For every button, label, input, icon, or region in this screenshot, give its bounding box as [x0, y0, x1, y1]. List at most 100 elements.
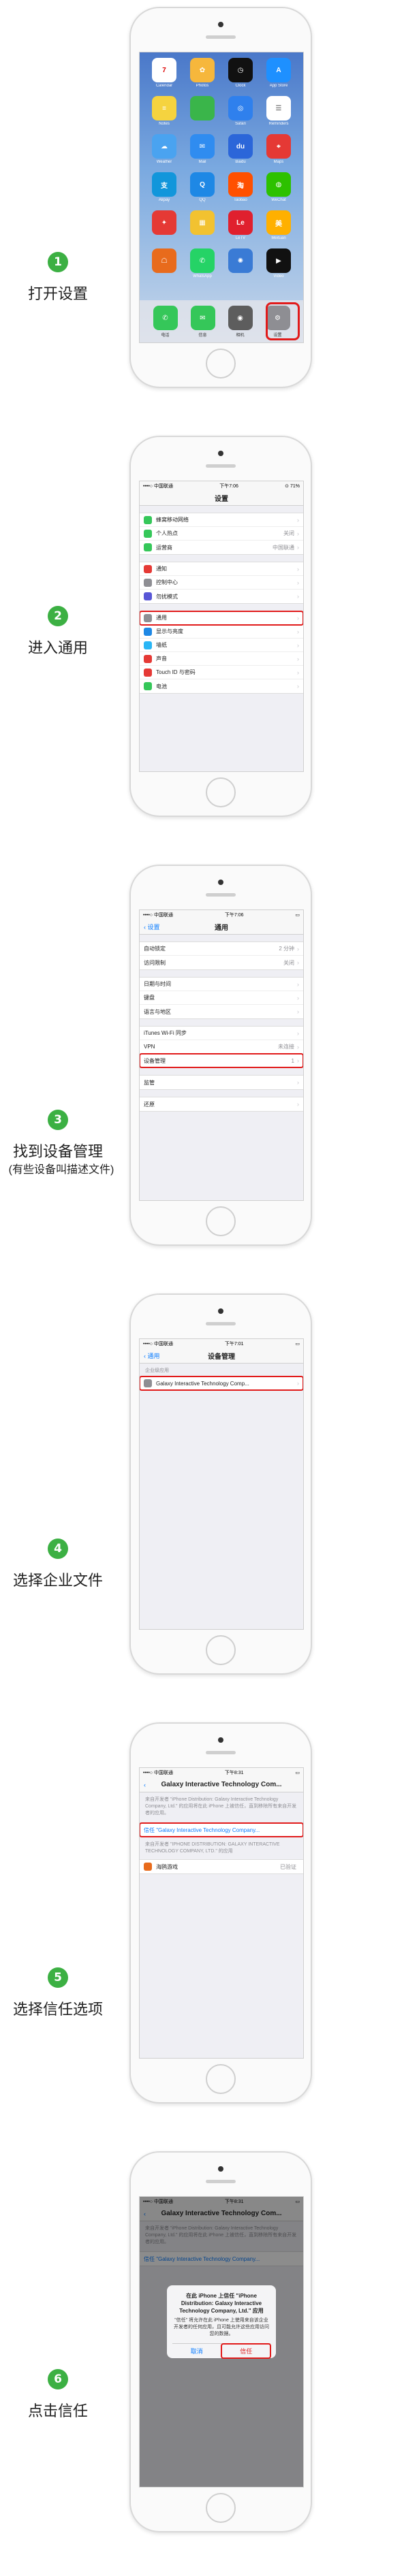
app-name: 相机 [236, 334, 245, 337]
app-icon-letv[interactable]: Le LeTV [223, 210, 258, 242]
settings-row[interactable]: 键盘 › [140, 991, 303, 1005]
settings-row[interactable]: 通知 › [140, 562, 303, 576]
app-tile: 支 [152, 172, 176, 197]
settings-row[interactable]: 个人热点 关闭 › [140, 527, 303, 541]
trust-developer-button[interactable]: 信任 "Galaxy Interactive Technology Compan… [140, 1822, 303, 1837]
app-icon-clock[interactable]: ◷ Clock [223, 58, 258, 89]
home-button[interactable] [206, 2064, 236, 2094]
app-icon-qq[interactable]: Q QQ [185, 172, 220, 204]
home-button[interactable] [206, 1635, 236, 1665]
setting-icon [144, 543, 152, 551]
general-group-1: 自动锁定 2 分钟 › 访问限制 关闭 › [140, 941, 303, 970]
app-icon-photos[interactable]: ✿ Photos [185, 58, 220, 89]
dock-app-1[interactable]: ✉ 信息 [184, 306, 221, 337]
app-icon-calendar[interactable]: 7 Calendar [146, 58, 182, 89]
camera-icon [218, 1737, 223, 1743]
settings-row[interactable]: Touch ID 与密码 › [140, 666, 303, 679]
app-icon-reminders[interactable]: ☰ Reminders [261, 96, 296, 127]
nav-bar: ‹ 通用 设备管理 [140, 1349, 303, 1364]
app-name: Clock [235, 84, 246, 88]
app-name: Notes [159, 122, 170, 126]
app-tile: ☖ [152, 248, 176, 273]
app-row[interactable]: 海鸥游戏 已验证 [140, 1860, 303, 1873]
settings-row[interactable]: 勿扰模式 › [140, 590, 303, 603]
settings-row[interactable]: 通用 › [140, 611, 303, 626]
home-screen: 7 Calendar ✿ Photos ◷ Clock A App Store ≡ Notes ◎ S… [139, 52, 304, 343]
chevron-right-icon: › [297, 593, 299, 600]
page-title: 设备管理 [208, 1353, 235, 1361]
settings-row[interactable]: 设备管理 1 › [140, 1053, 303, 1068]
settings-row[interactable]: 显示与亮度 › [140, 625, 303, 639]
settings-row[interactable]: 墙纸 › [140, 639, 303, 652]
section-header: 企业级应用 [145, 1368, 169, 1373]
clock: 下午7:06 [219, 484, 238, 489]
chevron-right-icon: › [297, 945, 299, 952]
setting-icon [144, 564, 152, 573]
app-icon-app-20[interactable]: ☖ [146, 248, 182, 280]
settings-row[interactable]: 语言与地区 › [140, 1005, 303, 1018]
app-icon-mail[interactable]: ✉ Mail [185, 134, 220, 165]
app-tile: 淘 [228, 172, 253, 197]
home-button[interactable] [206, 777, 236, 807]
app-icon-maps[interactable]: ⌖ Maps [261, 134, 296, 165]
back-button[interactable]: ‹ [144, 1777, 146, 1792]
step-2-label: 2 进入通用 [0, 429, 129, 851]
app-icon-app-store[interactable]: A App Store [261, 58, 296, 89]
app-icon-meituan[interactable]: 美 Meituan [261, 210, 296, 242]
settings-row[interactable]: 控制中心 › [140, 576, 303, 590]
settings-row[interactable]: 电池 › [140, 679, 303, 693]
app-icon-app-5[interactable] [185, 96, 220, 127]
app-icon-taobao[interactable]: 淘 Taobao [223, 172, 258, 204]
step-text: 选择信任选项 [12, 2001, 103, 2018]
app-icon-notes[interactable]: ≡ Notes [146, 96, 182, 127]
settings-row[interactable]: 日期与时间 › [140, 978, 303, 991]
home-button[interactable] [206, 349, 236, 379]
settings-row[interactable]: 运营商 中国联通 › [140, 541, 303, 554]
settings-row[interactable]: VPN 未连接 › [140, 1040, 303, 1054]
settings-row[interactable]: 声音 › [140, 652, 303, 666]
app-name: Calendar [155, 84, 173, 88]
settings-row[interactable]: 还原 › [140, 1097, 303, 1111]
app-name: WeChat [271, 198, 286, 202]
app-icon-app-22[interactable]: ✺ [223, 248, 258, 280]
back-button[interactable]: ‹ 设置 [144, 920, 160, 935]
app-icon-alipay[interactable]: 支 Alipay [146, 172, 182, 204]
settings-row[interactable]: 访问限制 关闭 › [140, 956, 303, 969]
dock-app-0[interactable]: ✆ 电话 [146, 306, 184, 337]
app-icon-whatsapp[interactable]: ✆ WhatsApp [185, 248, 220, 280]
carrier: ••••○ 中国联通 [143, 484, 173, 489]
app-icon-video[interactable]: ▶ Video [261, 248, 296, 280]
settings-row[interactable]: 监管 › [140, 1076, 303, 1089]
general-group-5: 还原 › [140, 1097, 303, 1112]
trust-alert-dialog: 在此 iPhone 上信任 "iPhone Distribution: Gala… [167, 2285, 276, 2359]
dock-app-2[interactable]: ◉ 相机 [221, 306, 259, 337]
chevron-right-icon: › [297, 959, 299, 966]
chevron-right-icon: › [297, 980, 299, 988]
app-icon-wechat[interactable]: ◍ WeChat [261, 172, 296, 204]
row-label: 显示与亮度 [156, 628, 183, 634]
app-icon-baidu[interactable]: du Baidu [223, 134, 258, 165]
app-icon-app-17[interactable]: ▦ [185, 210, 220, 242]
settings-row[interactable]: 自动锁定 2 分钟 › [140, 942, 303, 956]
chevron-right-icon: › [297, 516, 299, 524]
trust-button[interactable]: 信任 [220, 2343, 271, 2359]
cancel-button[interactable]: 取消 [172, 2344, 221, 2358]
alert-buttons: 取消 信任 [172, 2343, 271, 2359]
alert-body: "信任" 将允许在此 iPhone 上使用来自该企业开发者的任何应用，且可能允许… [174, 2318, 269, 2336]
row-label: Touch ID 与密码 [156, 669, 196, 675]
app-tile: ▦ [190, 210, 215, 235]
app-icon-app-16[interactable]: ✦ [146, 210, 182, 242]
app-icon-safari[interactable]: ◎ Safari [223, 96, 258, 127]
back-button[interactable]: ‹ 通用 [144, 1349, 160, 1364]
app-tile: ✿ [190, 58, 215, 82]
setting-icon [144, 654, 152, 663]
app-icon-weather[interactable]: ☁ Weather [146, 134, 182, 165]
settings-row[interactable]: 蜂窝移动网络 › [140, 513, 303, 527]
row-label: 通用 [156, 615, 167, 621]
home-button[interactable] [206, 2493, 236, 2523]
app-tile: ✆ [190, 248, 215, 273]
home-button[interactable] [206, 1206, 236, 1236]
app-tile: 7 [152, 58, 176, 82]
enterprise-profile-row[interactable]: Galaxy Interactive Technology Comp... › [140, 1376, 303, 1391]
settings-row[interactable]: iTunes Wi-Fi 同步 › [140, 1027, 303, 1040]
